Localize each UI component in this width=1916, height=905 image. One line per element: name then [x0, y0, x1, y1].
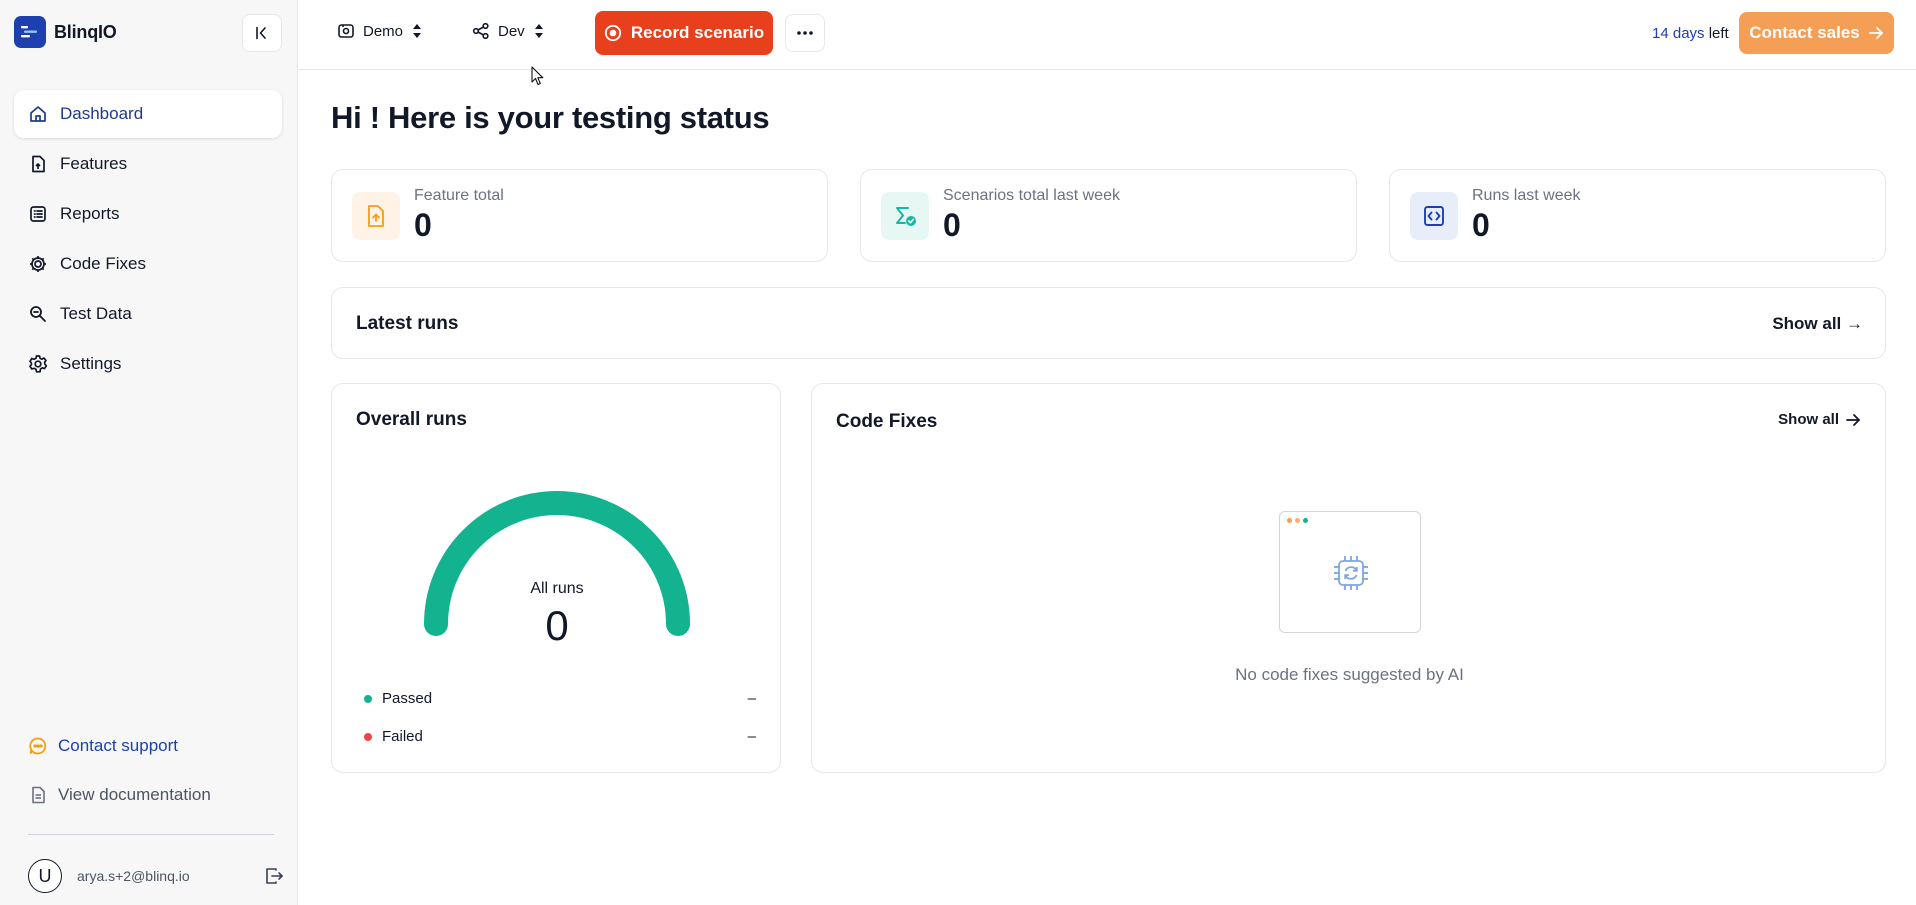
project-selector[interactable]: Demo [337, 22, 423, 40]
code-fixes-card: Code Fixes Show all No code fixes sugges… [811, 383, 1886, 773]
environment-selector[interactable]: Dev [472, 22, 545, 40]
show-all-label: Show all [1778, 411, 1839, 428]
sidebar-item-label: Dashboard [60, 104, 144, 123]
legend-item-failed: Failed – [364, 728, 756, 745]
sidebar-item-test-data[interactable]: Test Data [14, 290, 282, 338]
stat-card-runs-last-week: Runs last week 0 [1389, 169, 1886, 262]
avatar[interactable]: U [28, 859, 62, 893]
collapse-sidebar-button[interactable] [242, 14, 282, 52]
logout-button[interactable] [264, 866, 284, 886]
document-icon [32, 786, 45, 804]
contact-sales-label: Contact sales [1749, 23, 1860, 42]
stat-value: 0 [1472, 207, 1490, 243]
code-fix-gear-icon [30, 256, 46, 272]
gauge-value: 0 [545, 602, 569, 649]
code-brackets-icon [1410, 192, 1458, 240]
sort-arrows-icon [534, 24, 543, 38]
trial-suffix: left [1708, 25, 1729, 42]
environment-name: Dev [498, 22, 525, 40]
trial-remaining: 14 days left [1652, 25, 1729, 42]
stat-label: Runs last week [1472, 187, 1581, 204]
user-email: arya.s+2@blinq.io [77, 868, 190, 884]
sidebar-item-label: Settings [60, 354, 122, 373]
failed-dot-icon [364, 732, 372, 741]
arrow-right-icon [1846, 413, 1860, 426]
sidebar-item-label: Test Data [60, 304, 132, 323]
file-upload-icon [352, 192, 400, 240]
passed-dot-icon [364, 694, 372, 703]
sidebar-item-code-fixes[interactable]: Code Fixes [14, 240, 282, 288]
top-bar: Demo Dev Record scenario 14 days left Co… [299, 0, 1916, 70]
mouse-cursor-icon [531, 66, 544, 86]
contact-support-label: Contact support [58, 736, 179, 755]
sidebar: BlinqIO Dashboard Features Reports Code … [0, 0, 298, 905]
record-icon [604, 24, 621, 42]
environment-nodes-icon [472, 22, 489, 40]
latest-runs-card: Latest runs Show all → [331, 287, 1886, 359]
view-documentation-link[interactable]: View documentation [28, 785, 211, 805]
sidebar-nav: Dashboard Features Reports Code Fixes Te… [14, 90, 282, 390]
contact-support-link[interactable]: Contact support [28, 736, 178, 756]
project-name: Demo [363, 22, 404, 40]
more-options-button[interactable] [785, 14, 825, 52]
stat-label: Feature total [414, 187, 504, 204]
sidebar-divider [28, 834, 274, 835]
legend-label: Failed [382, 728, 423, 745]
project-icon [338, 24, 354, 38]
blinqio-logo-icon [14, 16, 46, 48]
record-scenario-button[interactable]: Record scenario [595, 11, 773, 55]
user-profile: U arya.s+2@blinq.io [28, 859, 284, 893]
arrow-right-icon [1868, 27, 1883, 39]
legend-label: Passed [382, 690, 433, 707]
latest-runs-title: Latest runs [356, 313, 459, 334]
sidebar-item-label: Code Fixes [60, 254, 146, 273]
legend-value: – [747, 690, 756, 707]
sidebar-item-dashboard[interactable]: Dashboard [14, 90, 282, 138]
sidebar-item-label: Reports [60, 204, 120, 223]
contact-sales-button[interactable]: Contact sales [1739, 12, 1894, 54]
home-icon [30, 106, 46, 122]
sigma-check-icon [881, 192, 929, 240]
gear-icon [29, 355, 48, 373]
stat-card-feature-total: Feature total 0 [331, 169, 828, 262]
sidebar-item-settings[interactable]: Settings [14, 340, 282, 388]
sidebar-item-reports[interactable]: Reports [14, 190, 282, 238]
trial-days: 14 days [1652, 25, 1705, 42]
page-title: Hi ! Here is your testing status [331, 100, 770, 135]
stat-value: 0 [943, 207, 961, 243]
latest-runs-show-all-link[interactable]: Show all → [1772, 314, 1863, 334]
more-dots-icon [797, 31, 813, 35]
feature-file-icon [32, 155, 45, 173]
sidebar-item-label: Features [60, 154, 128, 173]
search-data-icon [30, 306, 46, 322]
record-scenario-label: Record scenario [630, 23, 765, 42]
code-fixes-show-all-link[interactable]: Show all [1778, 411, 1861, 428]
brand[interactable]: BlinqIO [14, 16, 117, 48]
window-dots-icon [1287, 518, 1308, 523]
overall-runs-card: Overall runs All runs 0 Passed – Failed … [331, 383, 781, 773]
sidebar-item-features[interactable]: Features [14, 140, 282, 188]
legend-value: – [747, 728, 756, 745]
stat-label: Scenarios total last week [943, 187, 1120, 204]
brand-name: BlinqIO [54, 21, 117, 42]
stat-value: 0 [414, 207, 432, 243]
legend-item-passed: Passed – [364, 690, 756, 707]
collapse-left-icon [256, 26, 266, 40]
view-documentation-label: View documentation [58, 785, 211, 804]
logout-icon [266, 868, 283, 884]
chat-bubble-icon [29, 737, 47, 755]
stat-card-scenarios-total: Scenarios total last week 0 [860, 169, 1357, 262]
gauge-label: All runs [530, 580, 584, 597]
ai-chip-refresh-icon [1334, 556, 1368, 590]
empty-state-illustration [1279, 511, 1421, 633]
empty-state-text: No code fixes suggested by AI [1235, 665, 1464, 684]
code-fixes-title: Code Fixes [836, 411, 938, 432]
list-report-icon [30, 206, 46, 222]
sort-arrows-icon [413, 24, 422, 38]
